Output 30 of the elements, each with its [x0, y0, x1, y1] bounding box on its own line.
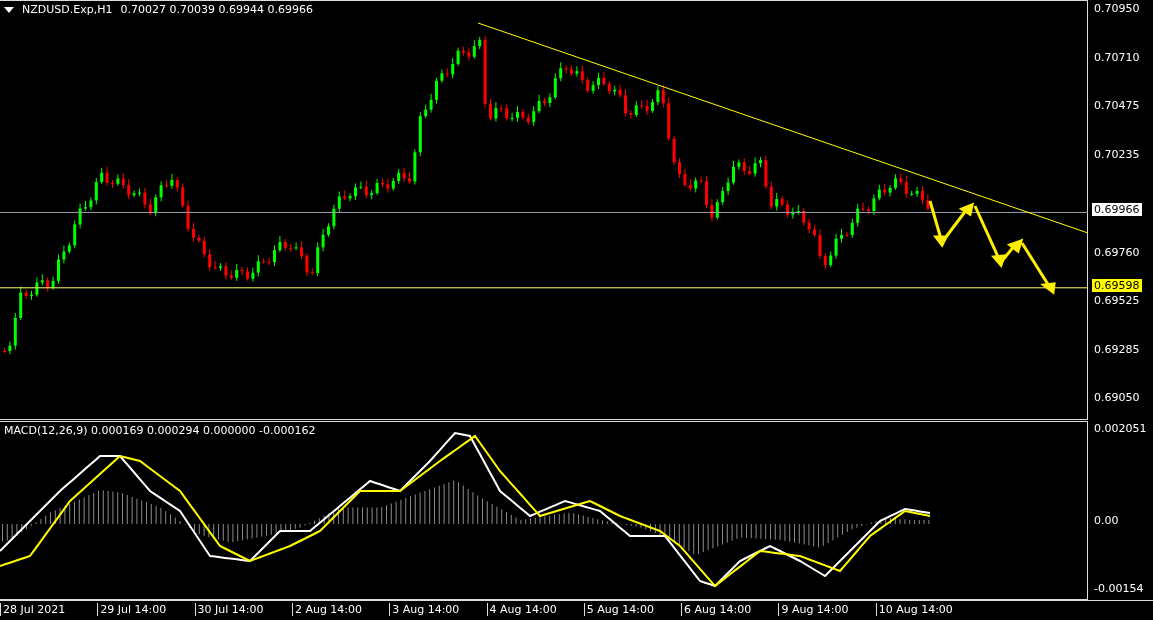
- time-label: 4 Aug 14:00: [486, 603, 557, 616]
- level-price-tag: 0.69598: [1092, 278, 1142, 292]
- price-label: 0.69525: [1094, 293, 1140, 307]
- time-label: 6 Aug 14:00: [681, 603, 752, 616]
- current-price-tag: 0.69966: [1092, 203, 1142, 217]
- price-label: 0.70950: [1094, 2, 1140, 15]
- time-label: 28 Jul 2021: [0, 603, 66, 616]
- trend-line[interactable]: [477, 22, 1088, 234]
- price-label: 0.69760: [1094, 245, 1140, 259]
- chart-symbol: NZDUSD.Exp,H1: [22, 3, 113, 16]
- time-label: 5 Aug 14:00: [583, 603, 654, 616]
- price-label: 0.70710: [1094, 51, 1140, 65]
- macd-label: 0.00: [1094, 514, 1119, 527]
- time-label: 10 Aug 14:00: [875, 603, 953, 616]
- time-label: 29 Jul 14:00: [97, 603, 167, 616]
- macd-title: MACD(12,26,9) 0.000169 0.000294 0.000000 -0.000162: [4, 424, 316, 437]
- time-label: 3 Aug 14:00: [389, 603, 460, 616]
- ohlc-values: 0.70027 0.70039 0.69944 0.69966: [120, 3, 313, 16]
- price-label: 0.70475: [1094, 99, 1140, 113]
- macd-label: 0.002051: [1094, 422, 1147, 435]
- time-label: 9 Aug 14:00: [778, 603, 849, 616]
- time-label: 2 Aug 14:00: [291, 603, 363, 616]
- arrow-drawing[interactable]: [928, 200, 1056, 295]
- time-label: 30 Jul 14:00: [194, 603, 264, 616]
- horizontal-level-line[interactable]: [0, 287, 1088, 289]
- price-label: 0.70235: [1094, 148, 1140, 162]
- dropdown-triangle-icon[interactable]: [4, 6, 14, 13]
- macd-label: -0.00154: [1094, 582, 1144, 595]
- price-label: 0.69285: [1094, 342, 1140, 356]
- price-label: 0.69050: [1094, 391, 1140, 404]
